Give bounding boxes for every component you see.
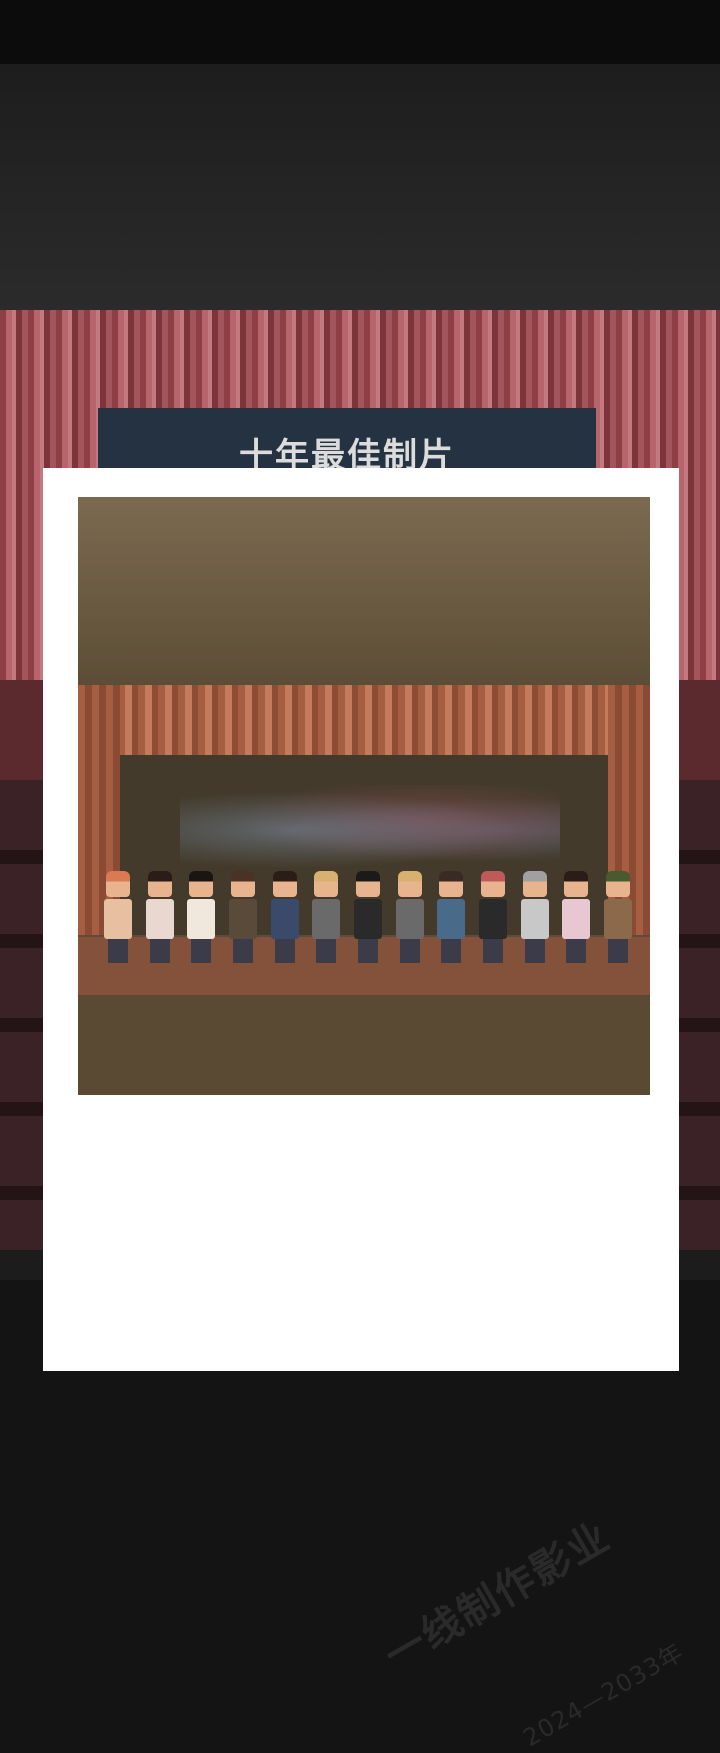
cast-member-12: [560, 871, 591, 965]
cast-legs: [149, 939, 170, 963]
cast-body: [478, 899, 507, 939]
nebula-image: [180, 785, 560, 875]
cast-member-4: [227, 871, 257, 965]
cast-legs: [357, 939, 378, 963]
cast-member-2: [144, 871, 174, 965]
cast-legs: [316, 939, 337, 963]
cast-head: [147, 871, 172, 897]
cast-member-10: [477, 871, 507, 965]
cast-body: [312, 899, 341, 939]
cast-body: [520, 899, 549, 939]
cast-member-11: [519, 871, 549, 965]
cast-head: [314, 871, 339, 897]
cast-body: [145, 899, 174, 939]
cast-member-6: [310, 871, 341, 965]
cast-body: [270, 899, 299, 939]
cast-member-7: [352, 871, 382, 965]
cast-body: [353, 899, 382, 939]
audience-seats-left: [0, 780, 46, 1260]
cast-member-13: [602, 871, 632, 965]
cast-body: [228, 899, 257, 939]
cast-head: [480, 871, 505, 897]
cast-member-1: [102, 871, 132, 965]
studio-years: 2024—2033年: [518, 1637, 689, 1753]
cast-body: [395, 899, 424, 939]
cast-legs: [441, 939, 462, 963]
cast-head: [355, 871, 380, 897]
cast-legs: [482, 939, 503, 963]
cast-body: [562, 899, 591, 939]
cast-legs: [607, 939, 628, 963]
cast-head: [522, 871, 547, 897]
cast-head: [189, 871, 214, 897]
cast-member-5: [269, 871, 299, 965]
status-bar: [0, 0, 720, 64]
cast-head: [397, 871, 422, 897]
cast-head: [106, 871, 130, 897]
polaroid-card[interactable]: 一线制作影业 2024—2033年: [43, 468, 689, 1752]
cast-head: [564, 871, 589, 897]
cast-legs: [274, 939, 295, 963]
cast-member-3: [185, 871, 216, 965]
cast-legs: [108, 939, 128, 963]
group-photo: [78, 497, 650, 1095]
cast-member-9: [435, 871, 466, 965]
cast-lineup: [102, 865, 632, 965]
cast-legs: [566, 939, 587, 963]
cast-body: [603, 899, 632, 939]
cast-legs: [399, 939, 420, 963]
cast-head: [230, 871, 255, 897]
photo-ceiling: [78, 497, 650, 685]
cast-body: [187, 899, 216, 939]
photo-curtain: [78, 685, 650, 755]
cast-legs: [524, 939, 545, 963]
cast-head: [439, 871, 464, 897]
photo-stage-front: [78, 995, 650, 1095]
cast-member-8: [394, 871, 424, 965]
cast-body: [437, 899, 466, 939]
cast-body: [104, 899, 132, 939]
cast-head: [605, 871, 630, 897]
studio-name: 一线制作影业: [377, 1513, 619, 1680]
audience-seats-right: [674, 780, 720, 1260]
cast-legs: [232, 939, 253, 963]
cast-legs: [191, 939, 212, 963]
cast-head: [272, 871, 297, 897]
top-backdrop: [0, 64, 720, 312]
